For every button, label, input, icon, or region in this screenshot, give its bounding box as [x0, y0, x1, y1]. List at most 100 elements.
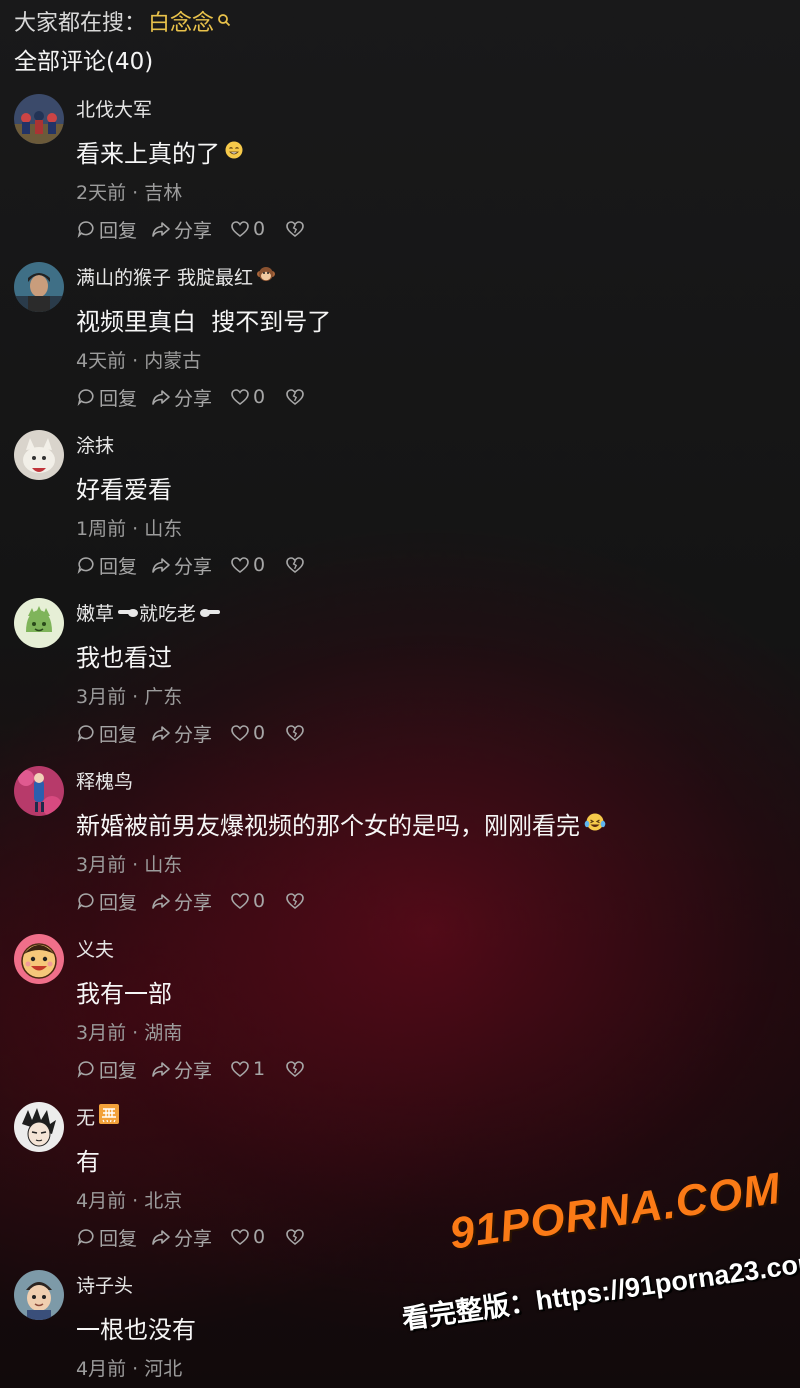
comment-text: 我有一部: [76, 974, 172, 1009]
comment-item: 北伐大军 看来上真的了 2天前 · 吉林 回复 分享 0: [0, 94, 800, 262]
reply-label: 回复: [99, 219, 138, 242]
comment-username[interactable]: 诗子头: [76, 1271, 133, 1298]
comment-username[interactable]: 北伐大军: [76, 95, 152, 122]
like-count: 0: [253, 722, 266, 744]
like-count: 1: [253, 1058, 266, 1080]
reply-button[interactable]: 回复: [76, 1056, 137, 1083]
user-avatar[interactable]: [14, 766, 64, 816]
like-button[interactable]: 0: [230, 386, 265, 408]
heart-icon: [231, 389, 249, 406]
share-icon: [152, 894, 170, 909]
comment-location: 湖南: [144, 1022, 183, 1044]
comment-body: 我有一部: [76, 980, 172, 1008]
like-count: 0: [253, 218, 266, 240]
comment-location: 河北: [144, 1358, 183, 1380]
like-button[interactable]: 0: [230, 890, 265, 912]
user-avatar[interactable]: [14, 94, 64, 144]
user-avatar[interactable]: [14, 1102, 64, 1152]
user-avatar[interactable]: [14, 1270, 64, 1320]
share-label: 分享: [174, 387, 213, 410]
pointing-hand-emoji: [199, 602, 221, 624]
comment-meta: 1周前 · 山东: [76, 518, 183, 540]
like-count: 0: [253, 554, 266, 576]
reply-icon: [77, 389, 94, 406]
comment-text: 一根也没有: [76, 1310, 196, 1345]
reply-button[interactable]: 回复: [76, 552, 137, 579]
username-text: 释槐鸟: [76, 771, 134, 793]
dislike-button[interactable]: [285, 723, 308, 743]
username-text: 嫩草: [76, 603, 115, 625]
comment-item: 满山的猴子 我腚最红 视频里真白 搜不到号了 4天前 · 内蒙古 回复 分享 0: [0, 262, 800, 430]
reply-button[interactable]: 回复: [76, 216, 137, 243]
comment-meta: 3月前 · 湖南: [76, 1022, 183, 1044]
share-button[interactable]: 分享: [151, 720, 212, 747]
comment-meta: 3月前 · 山东: [76, 854, 183, 876]
search-term-link[interactable]: 白念念: [148, 5, 214, 37]
reply-label: 回复: [99, 555, 138, 578]
user-avatar[interactable]: [14, 262, 64, 312]
comment-username[interactable]: 义夫: [76, 935, 114, 962]
reply-button[interactable]: 回复: [76, 1224, 137, 1251]
search-icon[interactable]: [217, 8, 231, 27]
comment-text: 视频里真白 搜不到号了: [76, 302, 331, 337]
share-icon: [152, 1062, 170, 1077]
dislike-button[interactable]: [285, 1059, 308, 1079]
share-label: 分享: [174, 891, 213, 914]
user-avatar[interactable]: [14, 934, 64, 984]
dislike-button[interactable]: [285, 1227, 308, 1247]
share-button[interactable]: 分享: [151, 552, 212, 579]
reply-button[interactable]: 回复: [76, 384, 137, 411]
dislike-button[interactable]: [285, 891, 308, 911]
search-suggestion[interactable]: 大家都在搜： 白念念: [14, 4, 231, 38]
comment-actions: 回复 分享 1: [76, 1054, 308, 1084]
comment-meta: 4月前 · 河北: [76, 1358, 183, 1380]
reply-label: 回复: [99, 387, 138, 410]
comment-actions: 回复 分享 0: [76, 886, 308, 916]
search-prefix: 大家都在搜：: [14, 11, 147, 36]
comment-item: 无 有 4月前 · 北京 回复 分享 0: [0, 1102, 800, 1270]
comment-meta: 2天前 · 吉林: [76, 182, 183, 204]
like-button[interactable]: 0: [230, 722, 265, 744]
dislike-button[interactable]: [285, 555, 308, 575]
user-avatar[interactable]: [14, 598, 64, 648]
share-button[interactable]: 分享: [151, 888, 212, 915]
comment-username[interactable]: 无: [76, 1103, 120, 1130]
dislike-button[interactable]: [285, 387, 308, 407]
comment-location: 北京: [144, 1190, 183, 1212]
share-label: 分享: [174, 219, 213, 242]
comment-location: 内蒙古: [144, 350, 202, 372]
username-text: 诗子头: [76, 1275, 134, 1297]
like-count: 0: [253, 890, 266, 912]
comment-body: 看来上真的了: [76, 140, 220, 168]
reply-label: 回复: [99, 1059, 138, 1082]
reply-icon: [77, 725, 94, 742]
comment-username[interactable]: 满山的猴子 我腚最红: [76, 263, 276, 290]
reply-button[interactable]: 回复: [76, 888, 137, 915]
user-avatar[interactable]: [14, 430, 64, 480]
reply-button[interactable]: 回复: [76, 720, 137, 747]
comment-body: 好看爱看: [76, 476, 172, 504]
broken-heart-icon: [286, 557, 304, 574]
like-button[interactable]: 0: [230, 218, 265, 240]
comment-meta: 4月前 · 北京: [76, 1190, 183, 1212]
comment-item: 嫩草 就吃老 我也看过 3月前 · 广东 回复 分享 0: [0, 598, 800, 766]
comment-actions: 回复 分享 0: [76, 550, 308, 580]
reply-label: 回复: [99, 1227, 138, 1250]
reply-label: 回复: [99, 723, 138, 746]
dislike-button[interactable]: [285, 219, 308, 239]
comment-username[interactable]: 嫩草 就吃老: [76, 599, 221, 626]
share-button[interactable]: 分享: [151, 1224, 212, 1251]
username-text: 满山的猴子 我腚最红: [76, 267, 254, 289]
share-button[interactable]: 分享: [151, 384, 212, 411]
like-button[interactable]: 1: [230, 1058, 265, 1080]
comment-time: 3月前: [76, 686, 127, 708]
like-button[interactable]: 0: [230, 1226, 265, 1248]
like-button[interactable]: 0: [230, 554, 265, 576]
share-button[interactable]: 分享: [151, 216, 212, 243]
share-icon: [152, 726, 170, 741]
reply-icon: [77, 1061, 94, 1078]
comment-username[interactable]: 释槐鸟: [76, 767, 133, 794]
comment-username[interactable]: 涂抹: [76, 431, 114, 458]
share-button[interactable]: 分享: [151, 1056, 212, 1083]
share-icon: [152, 558, 170, 573]
